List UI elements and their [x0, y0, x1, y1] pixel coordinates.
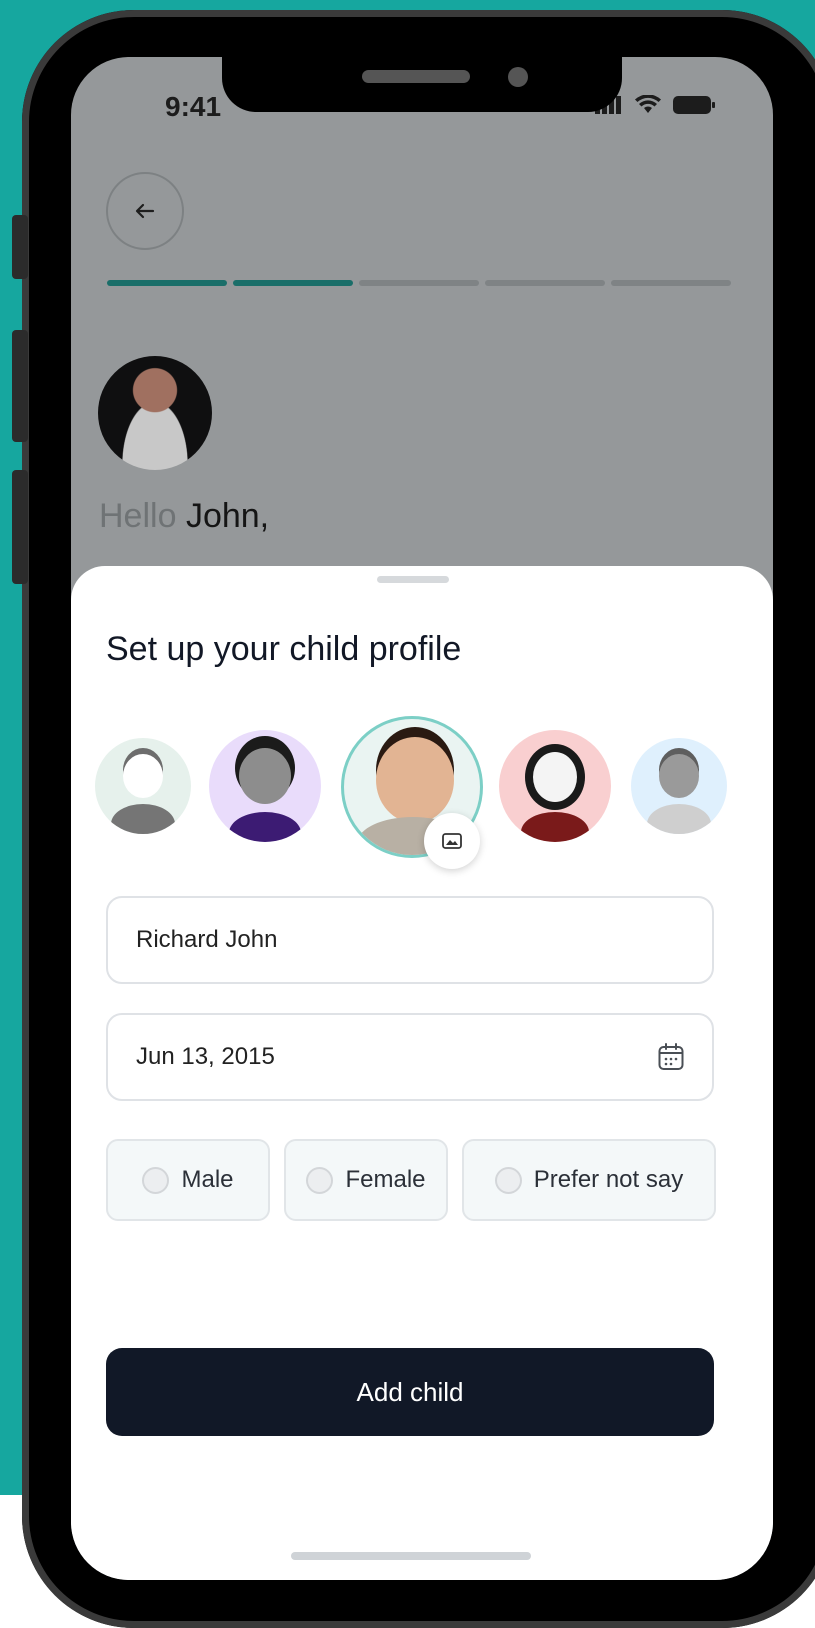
avatar-head [659, 754, 699, 798]
wifi-icon [635, 95, 661, 113]
progress-step [107, 280, 227, 286]
back-button[interactable] [106, 172, 184, 250]
status-time: 9:41 [165, 91, 222, 122]
radio-circle[interactable] [494, 1166, 522, 1194]
volume-down-button [12, 470, 28, 584]
avatar-body [111, 804, 175, 834]
greeting: Hello John, [99, 497, 269, 536]
gender-option-male[interactable]: Male [106, 1139, 270, 1221]
home-indicator[interactable] [291, 1552, 531, 1560]
bottom-sheet: Set up your child profile Richard John J… [71, 566, 773, 1580]
radio-circle[interactable] [306, 1166, 334, 1194]
speaker [362, 70, 470, 83]
phone-screen: 9:41 Hello John, Set up your child profi… [71, 57, 773, 1580]
arrow-left-icon [135, 203, 155, 219]
add-child-button[interactable]: Add child [106, 1348, 714, 1436]
greeting-hello: Hello [99, 497, 177, 535]
avatar-body [647, 804, 711, 834]
sheet-title: Set up your child profile [106, 630, 462, 668]
progress-step [485, 280, 605, 286]
avatar-option-boy[interactable] [95, 738, 191, 834]
avatar-head [123, 754, 163, 798]
gender-label: Prefer not say [533, 1166, 684, 1193]
avatar-body [521, 812, 589, 842]
radio-circle[interactable] [142, 1166, 170, 1194]
upload-photo-button[interactable] [424, 813, 480, 869]
progress-step [359, 280, 479, 286]
progress-step [611, 280, 731, 286]
avatar-head [533, 752, 577, 802]
camera [508, 67, 528, 87]
progress-step [233, 280, 353, 286]
mute-switch [12, 215, 28, 279]
volume-up-button [12, 330, 28, 442]
avatar-option-short-hair[interactable] [631, 738, 727, 834]
avatar-option-girl[interactable] [499, 730, 611, 842]
image-icon [442, 833, 462, 849]
calendar-icon[interactable] [658, 1043, 684, 1071]
sheet-handle[interactable] [377, 576, 449, 583]
avatar-body [229, 812, 301, 842]
child-name-value: Richard John [136, 926, 278, 953]
gender-label: Male [181, 1166, 234, 1193]
notch [222, 57, 622, 112]
avatar-option-curly[interactable] [209, 730, 321, 842]
battery-icon [673, 95, 715, 114]
user-avatar [98, 356, 212, 470]
date-of-birth-field[interactable]: Jun 13, 2015 [106, 1013, 714, 1101]
avatar-head [376, 737, 454, 823]
progress-bar [107, 280, 731, 286]
date-of-birth-value: Jun 13, 2015 [136, 1043, 275, 1070]
greeting-name: John, [185, 497, 270, 535]
gender-label: Female [345, 1166, 426, 1193]
avatar-carousel[interactable] [71, 716, 773, 866]
child-name-field[interactable]: Richard John [106, 896, 714, 984]
gender-option-female[interactable]: Female [284, 1139, 448, 1221]
avatar-head [239, 748, 291, 804]
gender-option-prefer-not-say[interactable]: Prefer not say [462, 1139, 716, 1221]
